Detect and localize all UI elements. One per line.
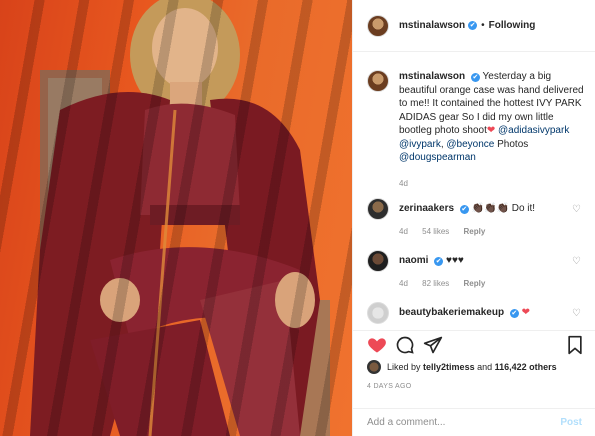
mention-beyonce[interactable]: @beyonce [446, 139, 494, 150]
comment-input[interactable] [367, 417, 561, 428]
comment-meta: 4d 54 likes Reply [399, 227, 589, 236]
commenter-username[interactable]: zerinaakers [399, 203, 454, 214]
like-heart-icon[interactable] [367, 335, 387, 355]
post-side-panel: mstinalawson ✔ • Following mstinalawson … [352, 0, 595, 436]
comment-bubble-icon[interactable] [395, 335, 415, 355]
comment-item: zerinaakers ✔ 👏🏿👏🏿👏🏿 Do it! 4d 54 likes … [367, 198, 589, 236]
commenter-avatar[interactable] [367, 302, 389, 324]
comment-like-heart-icon[interactable]: ♡ [572, 204, 581, 215]
comment-item: naomi ✔ ♥♥♥ 4d 82 likes Reply ♡ [367, 250, 589, 288]
post-comment-button[interactable]: Post [560, 417, 582, 428]
commenter-avatar[interactable] [367, 250, 389, 272]
caption-comma: , [440, 138, 444, 150]
share-send-icon[interactable] [423, 335, 443, 355]
verified-icon: ✔ [434, 257, 444, 266]
reply-button[interactable]: Reply [464, 279, 486, 288]
comment-time[interactable]: 4d [399, 279, 408, 288]
liked-and-label: and [477, 362, 493, 372]
comment-item: beautybakeriemakeup ✔ ❤ ♡ [367, 302, 589, 324]
caption-avatar[interactable] [367, 70, 389, 92]
caption-username[interactable]: mstinalawson [399, 71, 465, 82]
post-caption: mstinalawson ✔ Yesterday a big beautiful… [367, 70, 589, 188]
light-stripes [0, 0, 352, 436]
reply-button[interactable]: Reply [464, 227, 486, 236]
liked-by-row: Liked by telly2timess and 116,422 others [367, 360, 557, 374]
verified-icon: ✔ [468, 21, 478, 30]
liked-by-label: Liked by [387, 362, 421, 372]
comment-meta: 4d 82 likes Reply [399, 279, 589, 288]
caption-photos-label: Photos [497, 138, 529, 150]
comment-time[interactable]: 4d [399, 227, 408, 236]
author-avatar[interactable] [367, 14, 389, 37]
verified-icon: ✔ [509, 309, 519, 318]
verified-icon: ✔ [470, 73, 480, 82]
save-bookmark-icon[interactable] [565, 335, 585, 355]
comment-likes[interactable]: 54 likes [422, 227, 449, 236]
post-photo[interactable] [0, 0, 352, 436]
post-timestamp[interactable]: 4 DAYS AGO [367, 383, 412, 390]
comment-like-heart-icon[interactable]: ♡ [572, 256, 581, 267]
author-username[interactable]: mstinalawson [399, 20, 465, 31]
comment-like-heart-icon[interactable]: ♡ [572, 308, 581, 319]
comment-text: ♥♥♥ [446, 255, 464, 266]
mention-adidasivypark[interactable]: @adidasivypark [498, 125, 569, 136]
add-comment-bar: Post [353, 408, 595, 436]
mention-dougspearman[interactable]: @dougspearman [399, 152, 476, 163]
mention-ivypark[interactable]: @ivypark [399, 139, 441, 150]
commenter-avatar[interactable] [367, 198, 389, 220]
liked-by-user[interactable]: telly2timess [423, 362, 475, 372]
comment-text: 👏🏿👏🏿👏🏿 Do it! [471, 203, 536, 214]
caption-text: mstinalawson ✔ Yesterday a big beautiful… [399, 70, 589, 165]
comment-body: zerinaakers ✔ 👏🏿👏🏿👏🏿 Do it! [399, 202, 589, 215]
comment-likes[interactable]: 82 likes [422, 279, 449, 288]
post-header: mstinalawson ✔ • Following [353, 0, 595, 52]
verified-icon: ✔ [459, 205, 469, 214]
comments-list[interactable]: mstinalawson ✔ Yesterday a big beautiful… [353, 52, 595, 330]
likes-count[interactable]: 116,422 others [495, 362, 557, 372]
red-heart-emoji: ❤ [486, 125, 496, 136]
following-button[interactable]: Following [489, 20, 536, 31]
post-actions-bar [353, 330, 595, 358]
comment-body: beautybakeriemakeup ✔ ❤ [399, 306, 589, 319]
caption-time[interactable]: 4d [399, 179, 589, 188]
header-separator: • [481, 20, 485, 31]
comment-body: naomi ✔ ♥♥♥ [399, 254, 589, 267]
comment-text: ❤ [521, 307, 531, 318]
commenter-username[interactable]: naomi [399, 255, 428, 266]
liker-avatar[interactable] [367, 360, 381, 374]
commenter-username[interactable]: beautybakeriemakeup [399, 307, 504, 318]
